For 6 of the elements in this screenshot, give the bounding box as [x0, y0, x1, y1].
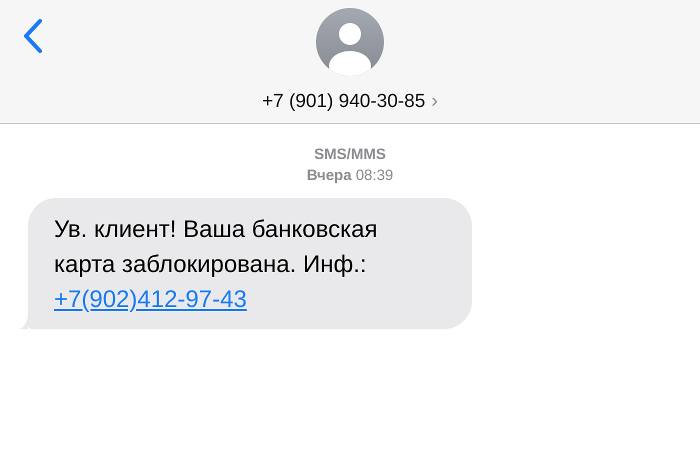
contact-button[interactable]: +7 (901) 940-30-85 ›: [262, 90, 438, 113]
service-label: SMS/MMS: [314, 146, 386, 163]
avatar-icon[interactable]: [316, 8, 384, 76]
timestamp: Вчера 08:39: [306, 167, 394, 184]
message-text: Ув. клиент! Ваша банковская карта заблокирована. Инф.:: [54, 216, 378, 278]
back-icon[interactable]: [22, 18, 44, 54]
